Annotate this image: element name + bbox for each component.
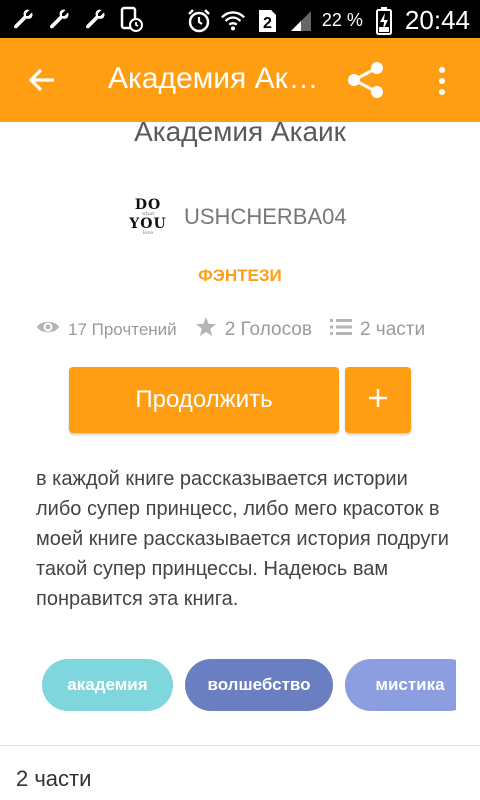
wrench-icon: [46, 6, 72, 32]
sim-2-icon: 2: [254, 8, 280, 34]
genre-link[interactable]: ФЭНТЕЗИ: [0, 266, 480, 286]
eye-icon: [36, 318, 60, 341]
book-description: в каждой книге рассказывается истории ли…: [36, 468, 449, 610]
signal-icon: [288, 8, 314, 34]
status-bar: 2 22 % 20:44: [0, 0, 480, 38]
tag-academy[interactable]: академия: [42, 659, 173, 711]
app-bar-title: Академия Акаик: [108, 62, 328, 95]
clock-time: 20:44: [404, 5, 470, 35]
tags-row: академия волшебство мистика: [42, 659, 456, 711]
battery-charging-icon: [371, 6, 397, 35]
divider: [0, 745, 480, 746]
star-icon: [195, 316, 217, 343]
parts-count: 2 части: [359, 318, 426, 340]
add-to-library-button[interactable]: [345, 367, 411, 433]
tag-mystic[interactable]: мистика: [345, 659, 456, 711]
wifi-icon: [220, 8, 246, 34]
phone-clock-icon: [118, 6, 144, 32]
wrench-icon: [10, 6, 36, 32]
continue-button[interactable]: Продолжить: [69, 367, 339, 433]
back-arrow-icon[interactable]: [26, 64, 58, 96]
app-bar: Академия Акаик: [0, 38, 480, 122]
more-options-icon[interactable]: [426, 64, 458, 98]
author-name[interactable]: USHCHERBA04: [184, 204, 347, 230]
status-bar-left: [10, 6, 144, 32]
book-title: Академия Акаик: [134, 116, 346, 147]
parts-stat: 2 части: [329, 318, 426, 341]
list-icon: [329, 318, 352, 341]
battery-percent: 22 %: [321, 10, 363, 30]
parts-section-title: 2 части: [16, 766, 92, 791]
votes-count: 2 Голосов: [224, 318, 312, 340]
alarm-icon: [186, 8, 212, 34]
wrench-icon: [82, 6, 108, 32]
reads-count: 17 Прочтений: [68, 319, 177, 339]
author-row[interactable]: DO what YOU love USHCHERBA04: [129, 194, 347, 240]
stats-row: 17 Прочтений 2 Голосов 2 части: [36, 316, 456, 343]
svg-text:2: 2: [263, 15, 272, 32]
plus-icon: [367, 387, 389, 414]
share-icon[interactable]: [344, 60, 388, 100]
avatar[interactable]: DO what YOU love: [129, 194, 166, 240]
tag-magic[interactable]: волшебство: [185, 659, 333, 711]
reads-stat: 17 Прочтений: [36, 318, 177, 341]
status-bar-right: 2 22 % 20:44: [186, 5, 470, 36]
votes-stat: 2 Голосов: [195, 316, 312, 343]
